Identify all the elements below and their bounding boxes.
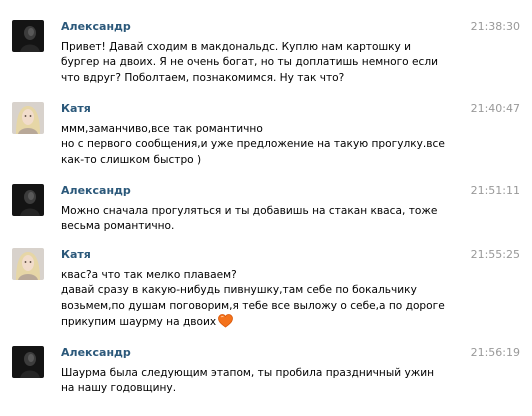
message-text: квас?а что так мелко плаваем? давай сраз… bbox=[61, 268, 445, 333]
message-line: на нашу годовщину. bbox=[61, 382, 177, 395]
message-line: весьма романтично. bbox=[61, 220, 175, 233]
message-line: Привет! Давай сходим в макдональдс. Купл… bbox=[61, 41, 412, 53]
message-line: Можно сначала прогуляться и ты добавишь … bbox=[61, 205, 438, 217]
message-line: как-то слишком быстро ) bbox=[61, 153, 202, 166]
message-text: Привет! Давай сходим в макдональдс. Купл… bbox=[61, 40, 439, 86]
message-line: что вдруг? Поболтаем, познакомимся. Ну т… bbox=[61, 71, 345, 84]
avatar[interactable] bbox=[12, 346, 44, 378]
avatar[interactable] bbox=[12, 248, 44, 280]
message-line: Шаурма была следующим этапом, ты пробила… bbox=[61, 367, 435, 379]
message-text: Можно сначала прогуляться и ты добавишь … bbox=[61, 204, 438, 235]
author-name[interactable]: Александр bbox=[61, 346, 131, 360]
message-text: ммм,заманчиво,все так романтично но с пе… bbox=[61, 122, 445, 168]
author-name[interactable]: Катя bbox=[61, 248, 91, 262]
avatar[interactable] bbox=[12, 184, 44, 216]
message-time: 21:56:19 bbox=[470, 346, 520, 359]
message-text: Шаурма была следующим этапом, ты пробила… bbox=[61, 366, 435, 397]
avatar[interactable] bbox=[12, 102, 44, 134]
message-line: бургер на двоих. Я не очень богат, но ты… bbox=[61, 56, 439, 69]
message-line: возьмем,по душам поговорим,я тебе все вы… bbox=[61, 299, 445, 312]
message-line: квас?а что так мелко плаваем? bbox=[61, 269, 237, 281]
author-name[interactable]: Катя bbox=[61, 102, 91, 116]
message-time: 21:51:11 bbox=[470, 184, 520, 197]
message-line: давай сразу в какую-нибудь пивнушку,там … bbox=[61, 284, 417, 297]
message-line: но с первого сообщения,и уже предложение… bbox=[61, 138, 445, 151]
message-line: ммм,заманчиво,все так романтично bbox=[61, 123, 263, 135]
message-time: 21:55:25 bbox=[470, 248, 520, 261]
avatar[interactable] bbox=[12, 20, 44, 52]
author-name[interactable]: Александр bbox=[61, 20, 131, 34]
author-name[interactable]: Александр bbox=[61, 184, 131, 198]
message-time: 21:38:30 bbox=[470, 20, 520, 33]
message-time: 21:40:47 bbox=[470, 102, 520, 115]
heart-emoji-icon bbox=[218, 314, 234, 333]
message-line: прикупим шаурму на двоих bbox=[61, 314, 421, 333]
message-line-text: прикупим шаурму на двоих bbox=[61, 315, 217, 328]
